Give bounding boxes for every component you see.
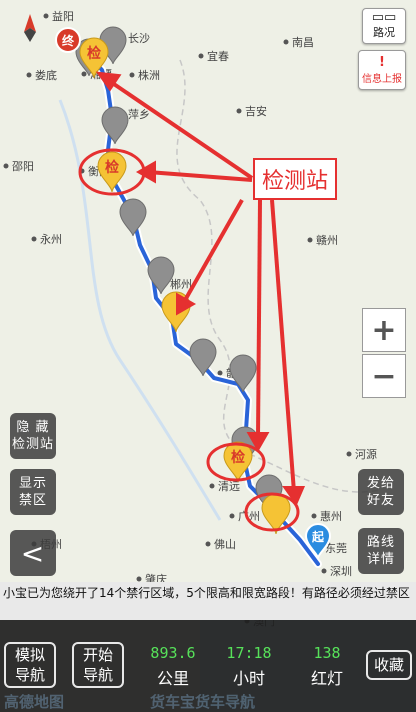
- city-dot: [3, 163, 9, 169]
- time-stat: 17:18 小时: [214, 644, 284, 689]
- traffic-label: 路况: [373, 26, 395, 39]
- time-unit: 小时: [232, 669, 265, 688]
- city-dot: [209, 483, 215, 489]
- city-label: 吉安: [245, 104, 267, 118]
- lights-value: 138: [313, 644, 341, 662]
- checkpoint-label: 检: [105, 159, 119, 176]
- checkpoint-label: 检: [231, 449, 245, 466]
- report-button[interactable]: ! 信息上报: [358, 50, 406, 90]
- distance-unit: 公里: [156, 669, 189, 688]
- traffic-button[interactable]: ▭▭ 路况: [362, 8, 406, 44]
- city-label: 赣州: [316, 233, 338, 247]
- city-label: 河源: [355, 447, 377, 461]
- hide-checkpoints-button[interactable]: 隐 藏 检测站: [10, 413, 56, 459]
- city-dot: [307, 237, 313, 243]
- city-dot: [236, 108, 242, 114]
- destination-marker[interactable]: 终: [55, 27, 81, 53]
- city-dot: [26, 72, 32, 78]
- city-label: 长沙: [128, 32, 150, 45]
- checkpoint-label: 检: [87, 45, 101, 62]
- zoom-out-button[interactable]: −: [362, 354, 406, 398]
- time-value: 17:18: [226, 644, 272, 662]
- city-dot: [321, 568, 327, 574]
- city-dot: [346, 451, 352, 457]
- city-dot: [136, 576, 142, 582]
- city-label: 南昌: [292, 36, 314, 49]
- brand-left: 高德地图: [4, 693, 65, 711]
- route-detail-button[interactable]: 路线 详情: [358, 528, 404, 574]
- city-dot: [81, 71, 87, 77]
- city-dot: [31, 236, 37, 242]
- route-notice: 小宝已为您绕开了14个禁行区域，5个限高和限宽路段！有路径必须经过禁区: [0, 582, 416, 620]
- city-label: 宜春: [207, 49, 229, 63]
- city-label: 邵阳: [12, 160, 34, 173]
- lights-stat: 138 红灯: [292, 644, 362, 689]
- city-dot: [283, 39, 289, 45]
- city-label: 佛山: [214, 538, 236, 551]
- city-dot: [129, 72, 135, 78]
- report-label: 信息上报: [362, 74, 402, 85]
- city-label: 郴州: [170, 277, 192, 291]
- svg-text:终: 终: [62, 33, 75, 48]
- city-label: 深圳: [330, 565, 352, 578]
- city-label: 娄底: [35, 68, 57, 82]
- city-dot: [311, 513, 317, 519]
- traffic-icon: ▭▭: [371, 10, 397, 25]
- share-button[interactable]: 发给 好友: [358, 469, 404, 515]
- city-label: 永州: [40, 232, 62, 246]
- zoom-in-button[interactable]: +: [362, 308, 406, 352]
- city-dot: [205, 541, 211, 547]
- show-forbidden-button[interactable]: 显示 禁区: [10, 469, 56, 515]
- lights-unit: 红灯: [310, 669, 343, 688]
- brand-right: 货车宝货车导航: [150, 693, 256, 711]
- report-icon: !: [379, 55, 385, 70]
- distance-stat: 893.6 公里: [138, 644, 208, 689]
- simulate-nav-button[interactable]: 模拟 导航: [4, 642, 56, 688]
- back-button[interactable]: <: [10, 530, 56, 576]
- city-dot: [229, 513, 235, 519]
- city-dot: [198, 53, 204, 59]
- checkpoint-callout: 检测站: [253, 158, 337, 200]
- start-label: 起: [311, 529, 325, 544]
- start-nav-button[interactable]: 开始 导航: [72, 642, 124, 688]
- city-dot: [43, 13, 49, 19]
- distance-value: 893.6: [150, 644, 196, 662]
- city-label: 株洲: [138, 68, 160, 82]
- favorite-button[interactable]: 收藏: [366, 650, 412, 680]
- city-label: 萍乡: [128, 108, 150, 121]
- city-label: 清远: [218, 480, 240, 493]
- city-dot: [217, 370, 223, 376]
- city-label: 益阳: [52, 9, 74, 23]
- city-label: 惠州: [320, 509, 342, 523]
